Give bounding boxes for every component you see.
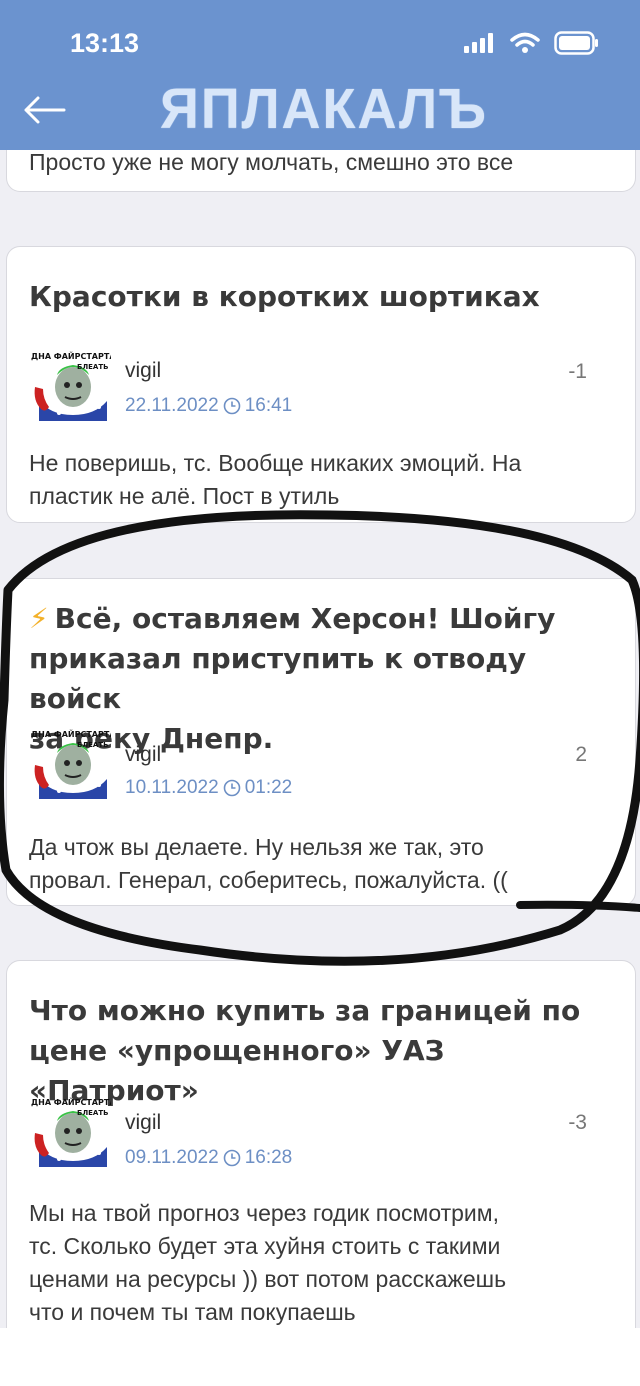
post-title-line: за реку Днепр.: [29, 722, 274, 755]
user-avatar[interactable]: ДНА ФАЙРСТАРТА, БЛЕАТЬ: [29, 727, 111, 799]
battery-icon: [554, 31, 598, 55]
lightning-icon: ⚡: [29, 602, 49, 635]
signal-icon: [464, 33, 493, 53]
post-date: 10.11.2022: [125, 777, 219, 798]
comment-line: Мы на твой прогноз через годик посмотрим…: [29, 1200, 499, 1226]
svg-text:БЛЕАТЬ: БЛЕАТЬ: [77, 363, 108, 371]
post-title[interactable]: Что можно купить за границей по цене «уп…: [29, 991, 619, 1111]
post-datetime: 09.11.2022 16:28: [125, 1147, 292, 1169]
clock-icon: [223, 1149, 240, 1167]
comment-line: пластик не алё. Пост в утиль: [29, 483, 340, 509]
comment-line: Не поверишь, тс. Вообще никаких эмоций. …: [29, 450, 522, 476]
post-date: 09.11.2022: [125, 1147, 219, 1168]
username[interactable]: vigil: [125, 359, 161, 383]
user-avatar[interactable]: ДНА ФАЙРСТАРТА, БЛЕАТЬ: [29, 1095, 111, 1167]
status-time: 13:13: [70, 28, 140, 58]
app-header: 13:13 ЯПЛАКАЛЪ: [0, 0, 640, 150]
svg-text:ДНА ФАЙРСТАРТА,: ДНА ФАЙРСТАРТА,: [31, 350, 111, 361]
svg-text:ДНА ФАЙРСТАРТА,: ДНА ФАЙРСТАРТА,: [31, 1096, 111, 1107]
wifi-icon: [510, 32, 540, 53]
comment-score: -3: [568, 1111, 587, 1134]
bottom-area: [0, 1328, 640, 1386]
comment-text: Мы на твой прогноз через годик посмотрим…: [29, 1197, 624, 1329]
post-title-line: цене «упрощенного» УАЗ «Патриот»: [29, 1034, 445, 1107]
post-title-line: Что можно купить за границей по: [29, 994, 581, 1027]
svg-text:БЛЕАТЬ: БЛЕАТЬ: [77, 1109, 108, 1117]
comment-card[interactable]: Что можно купить за границей по цене «уп…: [6, 960, 636, 1380]
post-title[interactable]: ⚡ Всё, оставляем Херсон! Шойгу приказал п…: [29, 599, 619, 759]
username[interactable]: vigil: [125, 743, 161, 767]
comment-text: Просто уже не могу молчать, смешно это в…: [29, 149, 514, 175]
comment-line: тс. Сколько будет эта хуйня стоить с так…: [29, 1233, 501, 1259]
svg-text:БЛЕАТЬ: БЛЕАТЬ: [77, 741, 108, 749]
post-time: 16:41: [244, 395, 293, 416]
post-datetime: 22.11.2022 16:41: [125, 395, 292, 417]
comment-text: Не поверишь, тс. Вообще никаких эмоций. …: [29, 447, 624, 513]
comment-score: -1: [568, 360, 587, 383]
comment-line: ценами на ресурсы )) вот потом расскажеш…: [29, 1266, 507, 1292]
clock-icon: [223, 779, 240, 797]
post-title[interactable]: Красотки в коротких шортиках: [29, 277, 619, 317]
comment-card[interactable]: Красотки в коротких шортиках ДНА ФАЙРСТА…: [6, 246, 636, 523]
svg-text:ДНА ФАЙРСТАРТА,: ДНА ФАЙРСТАРТА,: [31, 728, 111, 739]
comment-line: Да чтож вы делаете. Ну нельзя же так, эт…: [29, 834, 484, 860]
comment-line: что и почем ты там покупаешь: [29, 1299, 356, 1325]
comment-line: провал. Генерал, соберитесь, пожалуйста.…: [29, 867, 508, 893]
arrow-left-icon: [24, 96, 66, 124]
clock-icon: [223, 397, 240, 415]
post-datetime: 10.11.2022 01:22: [125, 777, 292, 799]
user-avatar[interactable]: ДНА ФАЙРСТАРТА, БЛЕАТЬ: [29, 349, 111, 421]
post-title-line: приказал приступить к отводу войск: [29, 642, 527, 715]
back-button[interactable]: [22, 88, 72, 132]
site-logo[interactable]: ЯПЛАКАЛЪ: [160, 77, 488, 141]
post-time: 16:28: [244, 1147, 293, 1168]
status-icons: [464, 30, 600, 56]
username[interactable]: vigil: [125, 1111, 161, 1135]
comment-text: Да чтож вы делаете. Ну нельзя же так, эт…: [29, 831, 624, 897]
post-title-line: ⚡ Всё, оставляем Херсон! Шойгу: [29, 602, 556, 635]
post-date: 22.11.2022: [125, 395, 219, 416]
comment-card[interactable]: ⚡ Всё, оставляем Херсон! Шойгу приказал п…: [6, 578, 636, 906]
post-time: 01:22: [244, 777, 293, 798]
comment-score: 2: [575, 743, 587, 766]
